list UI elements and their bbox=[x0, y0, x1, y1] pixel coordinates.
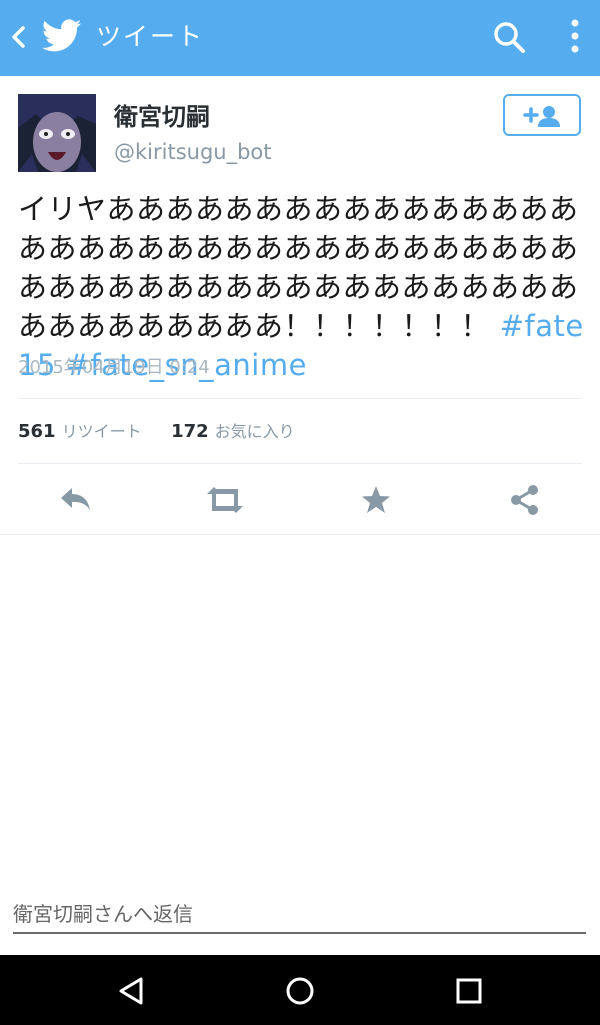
twitter-bird-icon bbox=[41, 18, 82, 54]
favorite-star-icon[interactable] bbox=[356, 480, 396, 520]
retweet-label: リツイート bbox=[61, 422, 142, 441]
system-nav-bar bbox=[0, 955, 600, 1025]
reply-input[interactable] bbox=[13, 896, 586, 934]
favorite-count: 172 bbox=[171, 421, 209, 442]
avatar[interactable] bbox=[18, 94, 96, 172]
retweet-icon[interactable] bbox=[204, 480, 246, 520]
nav-home-icon[interactable] bbox=[282, 973, 318, 1009]
reply-icon[interactable] bbox=[55, 480, 95, 520]
retweet-count: 561 bbox=[18, 421, 56, 442]
add-user-icon bbox=[523, 106, 560, 127]
overflow-menu-icon[interactable] bbox=[562, 16, 588, 58]
share-icon[interactable] bbox=[505, 480, 545, 520]
nav-recents-icon[interactable] bbox=[451, 973, 487, 1009]
tweet-body-text: イリヤあああああああああああああああああああああああああああああああああああああ… bbox=[18, 192, 579, 343]
favorite-label: お気に入り bbox=[214, 422, 295, 441]
tweet-stats: 561 リツイート 172 お気に入り bbox=[18, 418, 295, 446]
tweet-timestamp: 2015年04月19日 0:24 bbox=[18, 357, 210, 378]
screen-title: ツイート bbox=[96, 22, 205, 51]
author-handle[interactable]: @kiritsugu_bot bbox=[114, 138, 272, 166]
author-name[interactable]: 衛宮切嗣 bbox=[114, 101, 210, 133]
retweet-stat[interactable]: 561 リツイート bbox=[18, 421, 142, 442]
app-bar: ツイート bbox=[0, 0, 600, 76]
search-icon[interactable] bbox=[490, 18, 530, 58]
favorite-stat[interactable]: 172 お気に入り bbox=[171, 421, 295, 442]
nav-back-icon[interactable] bbox=[114, 973, 150, 1009]
follow-button[interactable] bbox=[503, 94, 581, 136]
divider bbox=[0, 534, 600, 535]
back-arrow-icon[interactable] bbox=[6, 22, 30, 52]
divider bbox=[18, 398, 582, 399]
divider bbox=[18, 463, 582, 464]
